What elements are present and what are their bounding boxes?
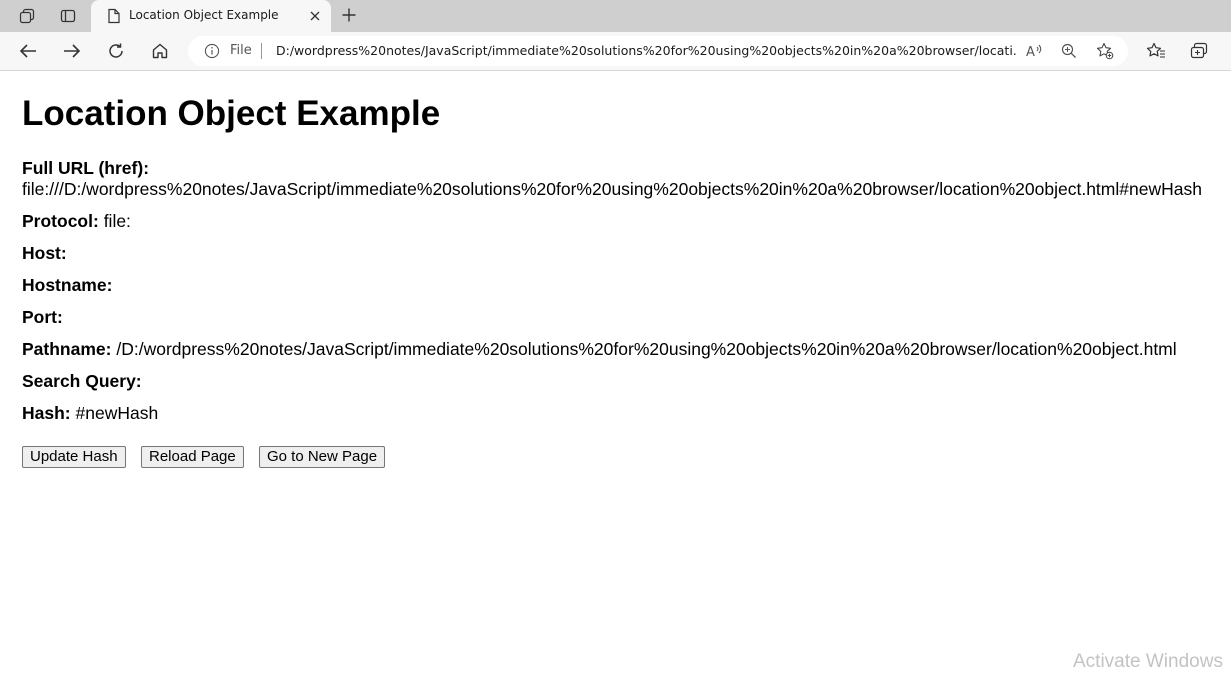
search-row: Search Query: — [22, 371, 142, 392]
page-heading: Location Object Example — [22, 94, 441, 133]
read-aloud-icon[interactable]: A — [1024, 41, 1044, 61]
zoom-icon[interactable] — [1059, 41, 1079, 61]
reload-page-button[interactable]: Reload Page — [141, 446, 244, 468]
protocol-label: Protocol: — [22, 211, 99, 231]
host-label: Host: — [22, 243, 67, 263]
hostname-row: Hostname: — [22, 275, 112, 296]
close-icon[interactable] — [307, 8, 323, 24]
back-arrow-icon[interactable] — [14, 38, 42, 64]
hash-label: Hash: — [22, 403, 71, 423]
hostname-label: Hostname: — [22, 275, 113, 295]
hash-value: #newHash — [75, 403, 159, 423]
plus-icon[interactable] — [338, 4, 360, 26]
hash-row: Hash: #newHash — [22, 403, 158, 424]
activate-windows-watermark: Activate Windows — [1073, 651, 1223, 672]
pathname-value: /D:/wordpress%20notes/JavaScript/immedia… — [116, 339, 1177, 359]
port-row: Port: — [22, 307, 63, 328]
tab-actions-icon[interactable] — [55, 4, 81, 28]
collections-icon[interactable] — [1187, 38, 1213, 64]
tab-title: Location Object Example — [129, 8, 279, 22]
forward-arrow-icon[interactable] — [58, 38, 86, 64]
update-hash-button[interactable]: Update Hash — [22, 446, 126, 468]
protocol-row: Protocol: file: — [22, 211, 131, 232]
href-label: Full URL (href): — [22, 158, 150, 178]
browser-toolbar: File D:/wordpress%20notes/JavaScript/imm… — [0, 32, 1231, 71]
go-to-new-page-button[interactable]: Go to New Page — [259, 446, 386, 468]
home-icon[interactable] — [146, 38, 174, 64]
add-favorite-icon[interactable] — [1095, 41, 1115, 61]
host-row: Host: — [22, 243, 67, 264]
tab-strip: Location Object Example — [0, 0, 1231, 32]
address-separator — [261, 43, 262, 59]
favorites-icon[interactable] — [1143, 38, 1169, 64]
pathname-row: Pathname: /D:/wordpress%20notes/JavaScri… — [22, 339, 1177, 360]
search-label: Search Query: — [22, 371, 142, 391]
info-icon[interactable] — [204, 43, 220, 64]
pathname-label: Pathname: — [22, 339, 112, 359]
url-text[interactable]: D:/wordpress%20notes/JavaScript/immediat… — [276, 43, 1016, 58]
href-value: file:///D:/wordpress%20notes/JavaScript/… — [22, 179, 1202, 199]
workspaces-icon[interactable] — [14, 4, 40, 28]
refresh-icon[interactable] — [102, 38, 130, 64]
href-value-row: file:///D:/wordpress%20notes/JavaScript/… — [22, 179, 1202, 200]
href-row: Full URL (href): — [22, 158, 149, 179]
svg-text:A: A — [1026, 45, 1035, 59]
scheme-label: File — [230, 43, 252, 58]
port-label: Port: — [22, 307, 63, 327]
page-icon — [107, 8, 121, 29]
protocol-value: file: — [103, 211, 131, 231]
address-bar[interactable]: File D:/wordpress%20notes/JavaScript/imm… — [188, 36, 1128, 66]
active-tab[interactable]: Location Object Example — [91, 0, 331, 32]
